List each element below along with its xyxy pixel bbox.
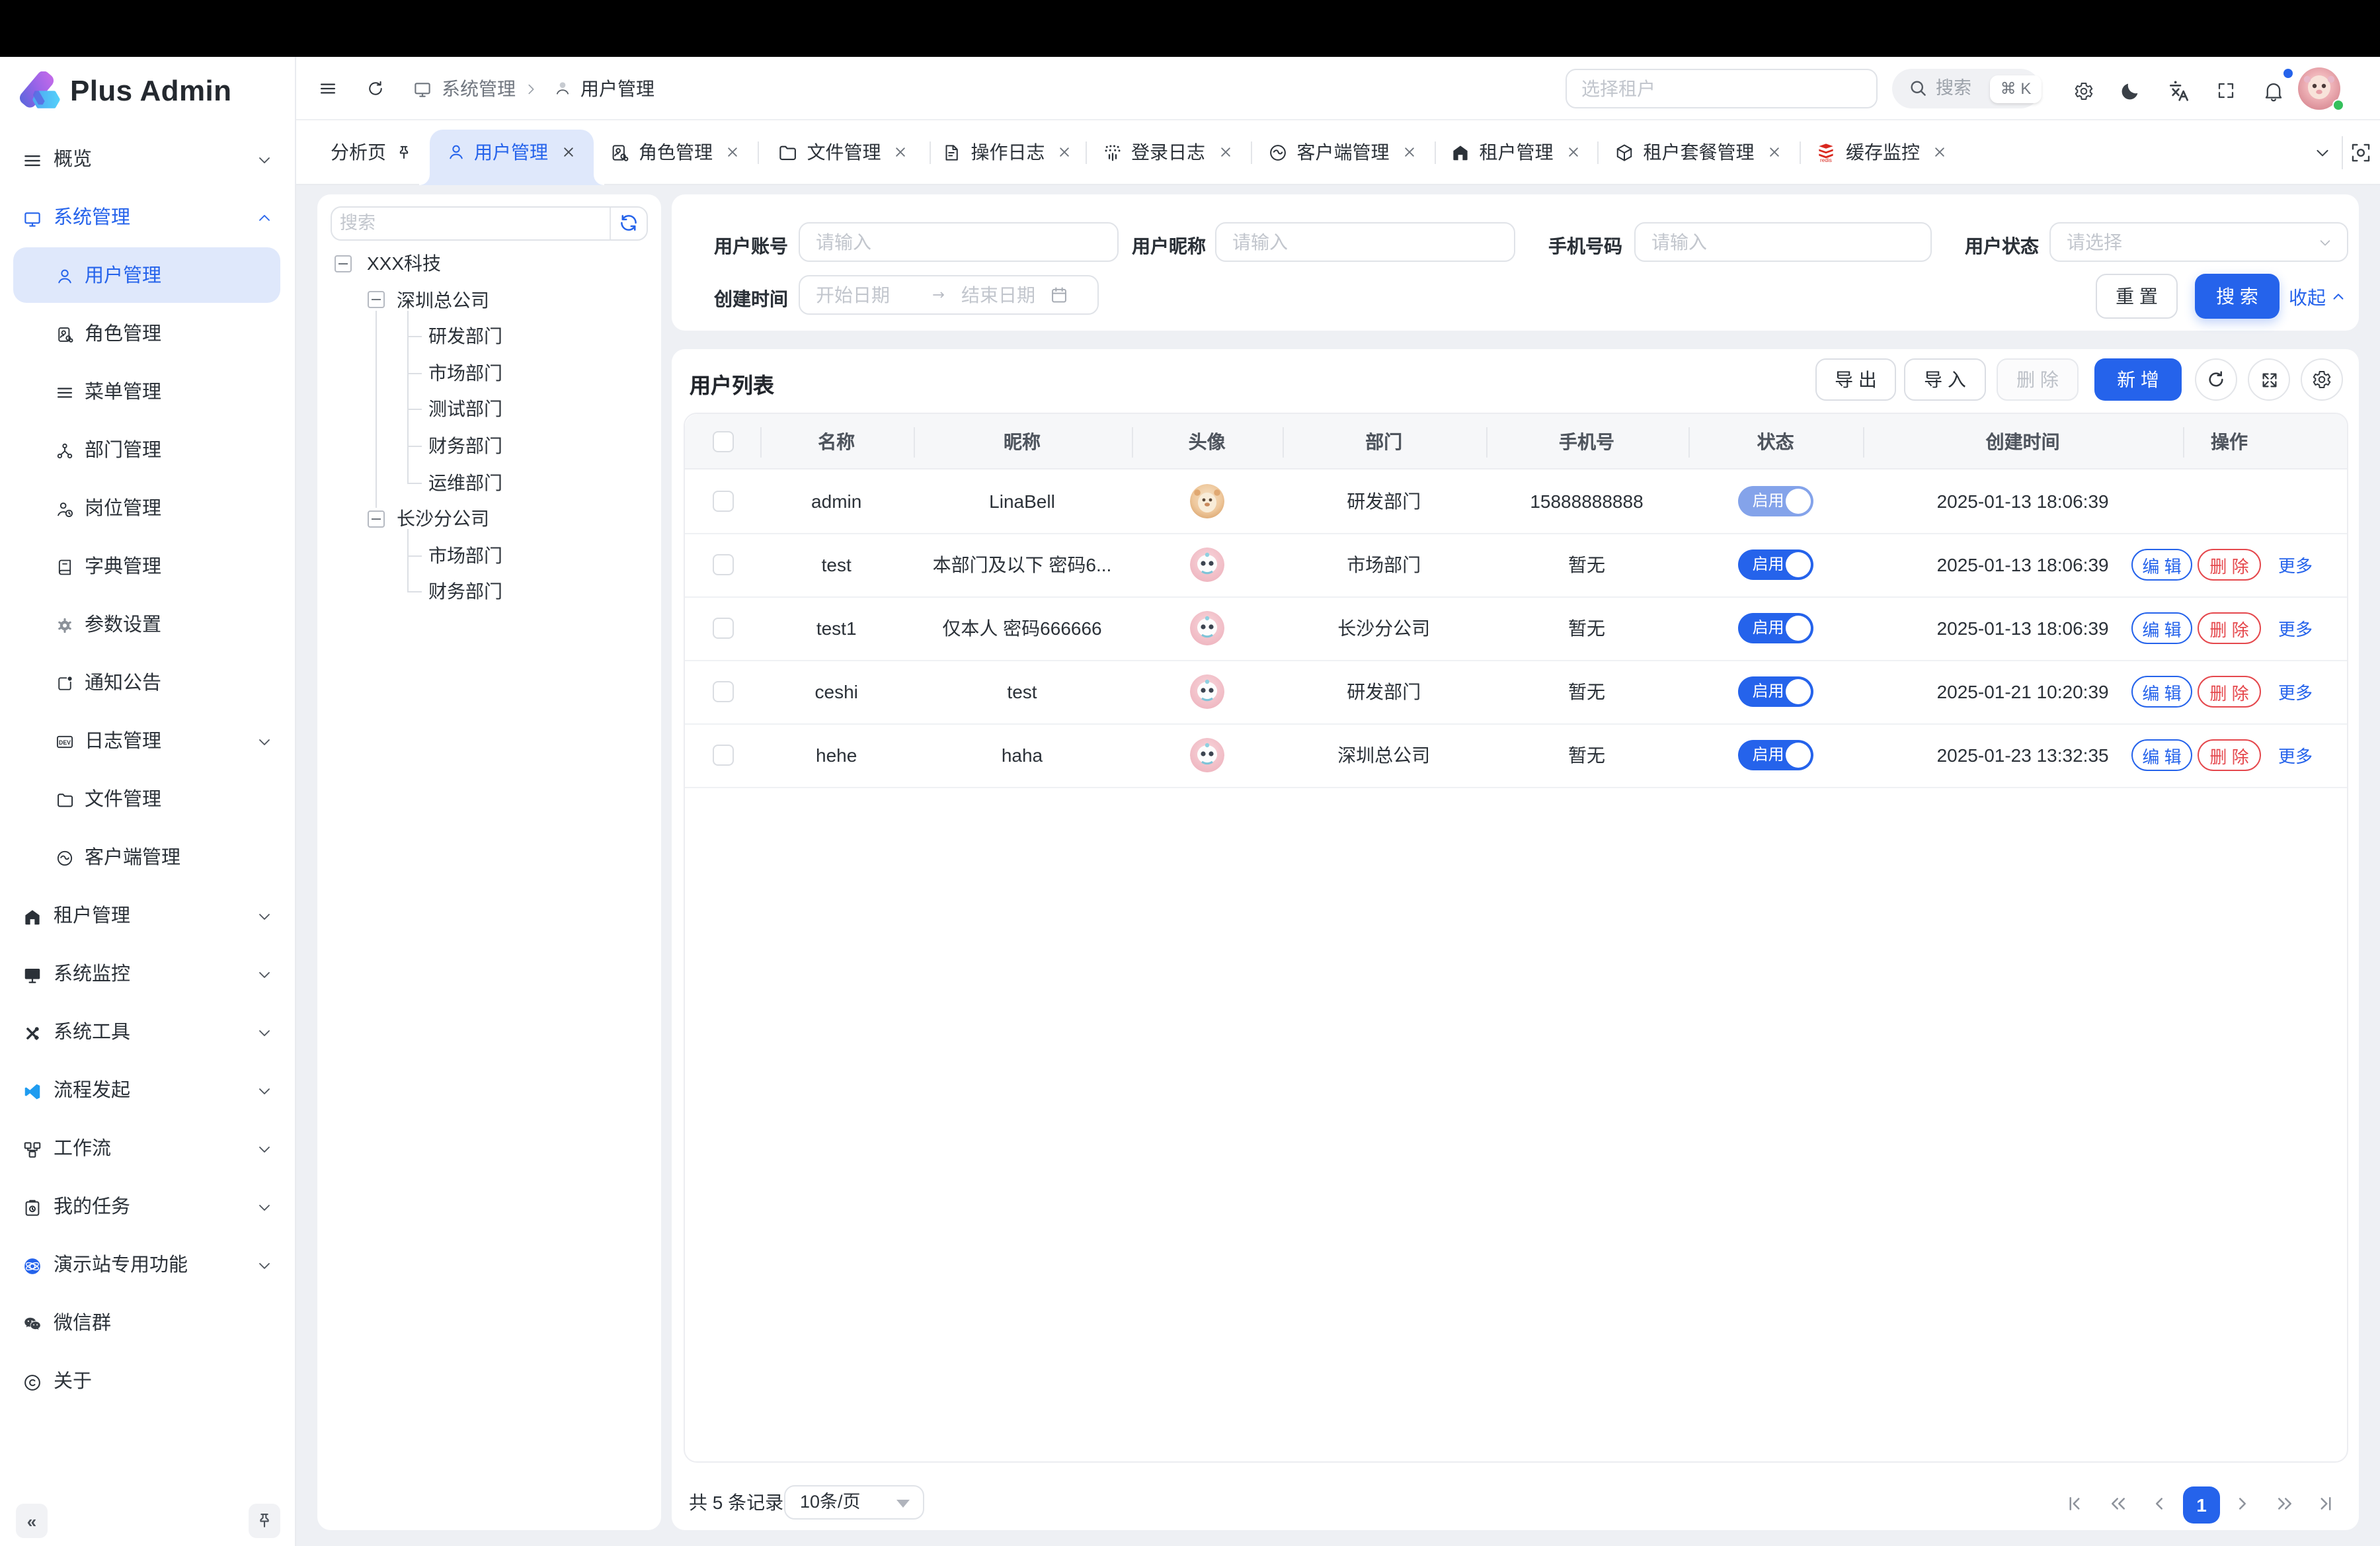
svg-text:DEV: DEV [58, 739, 70, 746]
svg-text:redis: redis [1820, 157, 1832, 163]
